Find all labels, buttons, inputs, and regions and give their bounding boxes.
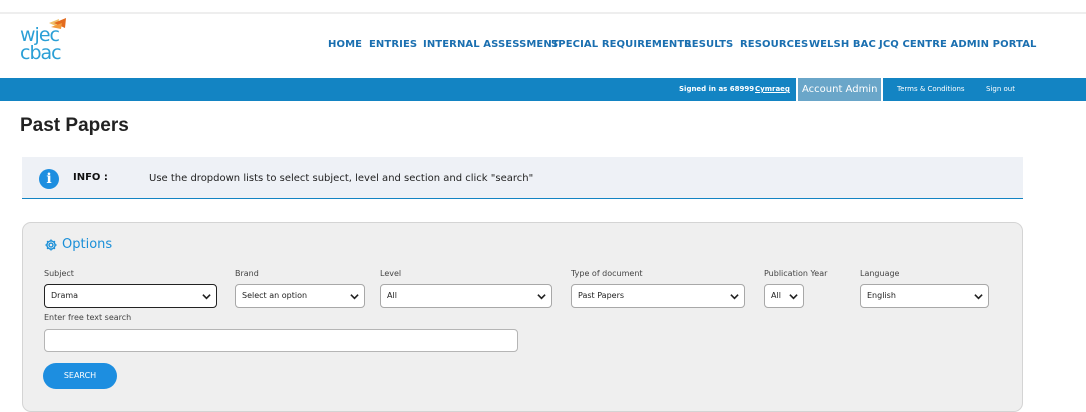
chevron-down-icon bbox=[974, 294, 983, 300]
pub-year-select-value: All bbox=[771, 291, 781, 300]
chevron-down-icon bbox=[789, 294, 798, 300]
doc-type-select-value: Past Papers bbox=[578, 291, 625, 300]
chevron-down-icon bbox=[350, 294, 359, 300]
sign-out-link[interactable]: Sign out bbox=[986, 78, 1015, 101]
options-panel: Options Subject Drama Brand Select an op… bbox=[22, 222, 1023, 412]
terms-link[interactable]: Terms & Conditions bbox=[897, 78, 965, 101]
free-text-label: Enter free text search bbox=[44, 313, 132, 322]
nav-home[interactable]: HOME bbox=[328, 39, 362, 50]
language-select[interactable]: English bbox=[860, 284, 989, 308]
language-toggle-link[interactable]: Cymraeg bbox=[755, 78, 790, 101]
account-admin-button[interactable]: Account Admin bbox=[796, 78, 884, 101]
info-icon: i bbox=[39, 169, 59, 189]
language-label: Language bbox=[860, 269, 900, 278]
chevron-down-icon bbox=[537, 294, 546, 300]
level-select[interactable]: All bbox=[380, 284, 552, 308]
info-text: Use the dropdown lists to select subject… bbox=[149, 173, 534, 184]
gear-icon bbox=[45, 238, 57, 251]
info-banner: i INFO : Use the dropdown lists to selec… bbox=[22, 157, 1023, 199]
nav-welsh-bac[interactable]: WELSH BAC bbox=[809, 39, 876, 50]
top-strip bbox=[0, 0, 1086, 14]
subject-select-value: Drama bbox=[51, 291, 79, 300]
free-text-search-input[interactable] bbox=[44, 329, 518, 352]
pub-year-select[interactable]: All bbox=[764, 284, 804, 308]
info-label: INFO : bbox=[73, 172, 108, 183]
subject-select[interactable]: Drama bbox=[44, 284, 217, 308]
page-title: Past Papers bbox=[20, 115, 129, 136]
account-bar: Signed in as 68999 Cymraeg Account Admin… bbox=[0, 78, 1086, 101]
brand-label: Brand bbox=[235, 269, 259, 278]
signed-in-text: Signed in as 68999 bbox=[679, 85, 755, 93]
options-title: Options bbox=[62, 237, 113, 252]
nav-resources[interactable]: RESOURCES bbox=[740, 39, 808, 50]
brand-select[interactable]: Select an option bbox=[235, 284, 365, 308]
nav-internal-assessment[interactable]: INTERNAL ASSESSMENT bbox=[423, 39, 559, 50]
search-button[interactable]: SEARCH bbox=[43, 363, 117, 389]
subject-label: Subject bbox=[44, 269, 74, 278]
chevron-down-icon bbox=[202, 294, 211, 300]
main-navigation: HOME ENTRIES INTERNAL ASSESSMENT SPECIAL… bbox=[0, 39, 1086, 53]
nav-jcq-centre-admin-portal[interactable]: JCQ CENTRE ADMIN PORTAL bbox=[879, 39, 1037, 50]
level-select-value: All bbox=[387, 291, 397, 300]
brand-select-value: Select an option bbox=[242, 291, 308, 300]
doc-type-label: Type of document bbox=[571, 269, 643, 278]
chevron-down-icon bbox=[730, 294, 739, 300]
nav-results[interactable]: RESULTS bbox=[684, 39, 733, 50]
language-select-value: English bbox=[867, 291, 896, 300]
nav-entries[interactable]: ENTRIES bbox=[369, 39, 417, 50]
level-label: Level bbox=[380, 269, 402, 278]
nav-special-requirements[interactable]: SPECIAL REQUIREMENTS bbox=[551, 39, 692, 50]
doc-type-select[interactable]: Past Papers bbox=[571, 284, 745, 308]
pub-year-label: Publication Year bbox=[764, 269, 828, 278]
options-header: Options bbox=[44, 237, 112, 252]
